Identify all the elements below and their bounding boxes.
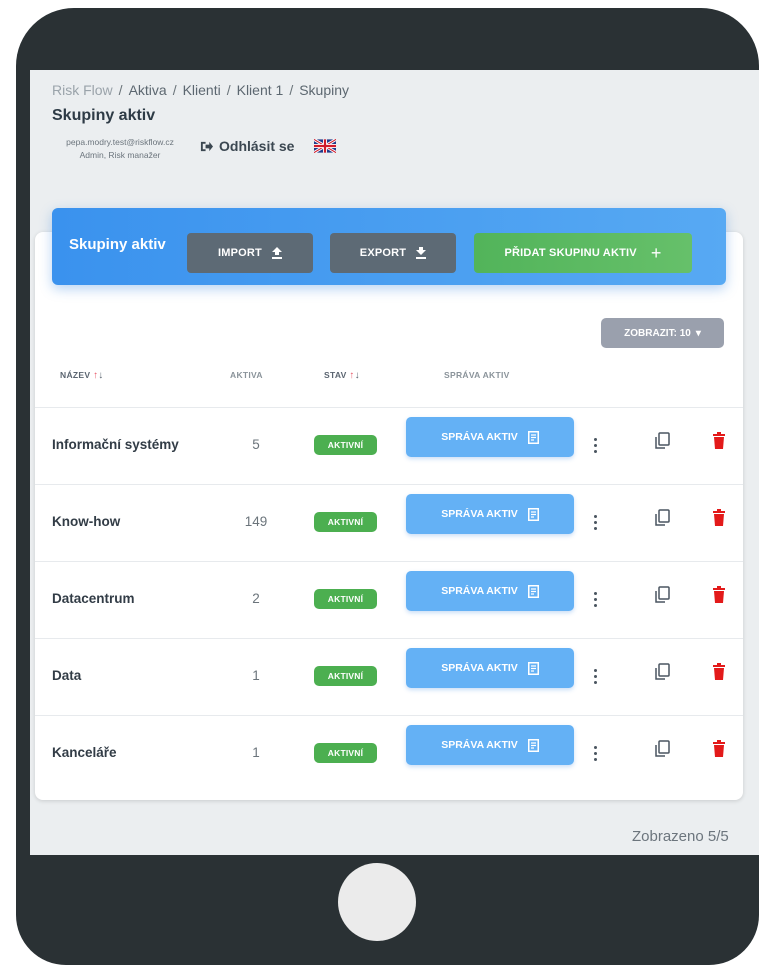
- plus-icon: +: [650, 242, 662, 263]
- status-badge: AKTIVNÍ: [314, 589, 377, 609]
- asset-count: 149: [244, 514, 268, 529]
- more-options-icon[interactable]: [587, 588, 603, 610]
- sign-out-icon: [200, 141, 213, 151]
- copy-icon[interactable]: [654, 432, 670, 450]
- breadcrumb-separator: /: [226, 82, 231, 98]
- column-header-count: AKTIVA: [230, 370, 263, 380]
- user-info: pepa.modry.test@riskflow.cz Admin, Risk …: [52, 136, 188, 162]
- more-options-icon[interactable]: [587, 742, 603, 764]
- manage-assets-button[interactable]: SPRÁVA AKTIV: [406, 648, 574, 688]
- status-badge: AKTIVNÍ: [314, 743, 377, 763]
- export-label: EXPORT: [359, 247, 407, 259]
- status-badge: AKTIVNÍ: [314, 512, 377, 532]
- page-size-dropdown[interactable]: ZOBRAZIT: 10 ▾: [601, 318, 724, 348]
- add-group-button[interactable]: PŘIDAT SKUPINU AKTIV +: [474, 233, 692, 273]
- table-row: Datacentrum 2 AKTIVNÍ SPRÁVA AKTIV: [30, 562, 759, 638]
- sort-desc-icon[interactable]: ↓: [98, 370, 103, 381]
- more-options-icon[interactable]: [587, 434, 603, 456]
- import-button[interactable]: IMPORT: [187, 233, 313, 273]
- manage-assets-button[interactable]: SPRÁVA AKTIV: [406, 571, 574, 611]
- copy-icon[interactable]: [654, 740, 670, 758]
- group-name[interactable]: Know-how: [52, 514, 120, 529]
- trash-icon[interactable]: [713, 432, 725, 449]
- user-email: pepa.modry.test@riskflow.cz: [66, 137, 174, 147]
- breadcrumb-item-klient[interactable]: Klient 1: [237, 82, 284, 98]
- table-row: Know-how 149 AKTIVNÍ SPRÁVA AKTIV: [30, 485, 759, 561]
- table-row: Data 1 AKTIVNÍ SPRÁVA AKTIV: [30, 639, 759, 715]
- logout-button[interactable]: Odhlásit se: [200, 138, 294, 154]
- trash-icon[interactable]: [713, 509, 725, 526]
- breadcrumb: Risk Flow / Aktiva / Klienti / Klient 1 / Skupin…: [52, 82, 349, 98]
- trash-icon[interactable]: [713, 740, 725, 757]
- card-header: Skupiny aktiv IMPORT EXPORT PŘIDAT SKUPI…: [52, 208, 726, 285]
- copy-icon[interactable]: [654, 663, 670, 681]
- trash-icon[interactable]: [713, 586, 725, 603]
- group-name[interactable]: Kanceláře: [52, 745, 117, 760]
- more-options-icon[interactable]: [587, 511, 603, 533]
- trash-icon[interactable]: [713, 663, 725, 680]
- table-row: Informační systémy 5 AKTIVNÍ SPRÁVA AKTI…: [30, 408, 759, 484]
- app-screen: Risk Flow / Aktiva / Klienti / Klient 1 / Skupin…: [30, 70, 759, 855]
- table-row: Kanceláře 1 AKTIVNÍ SPRÁVA AKTIV: [30, 716, 759, 792]
- column-header-manage: SPRÁVA AKTIV: [444, 370, 510, 380]
- home-button[interactable]: [338, 863, 416, 941]
- breadcrumb-item-riskflow[interactable]: Risk Flow: [52, 82, 113, 98]
- user-role: Admin, Risk manažer: [79, 149, 161, 160]
- group-name[interactable]: Datacentrum: [52, 591, 135, 606]
- manage-assets-button[interactable]: SPRÁVA AKTIV: [406, 494, 574, 534]
- sort-desc-icon[interactable]: ↓: [355, 370, 360, 381]
- records-count: Zobrazeno 5/5: [632, 828, 729, 845]
- column-header-status[interactable]: STAV ↑↓: [324, 370, 360, 381]
- breadcrumb-item-klienti[interactable]: Klienti: [183, 82, 221, 98]
- group-name[interactable]: Informační systémy: [52, 437, 179, 452]
- caret-down-icon: ▾: [695, 327, 701, 339]
- import-label: IMPORT: [218, 247, 262, 259]
- upload-icon: [271, 247, 282, 259]
- breadcrumb-separator: /: [118, 82, 123, 98]
- manage-assets-button[interactable]: SPRÁVA AKTIV: [406, 725, 574, 765]
- list-icon: [527, 661, 539, 675]
- status-badge: AKTIVNÍ: [314, 435, 377, 455]
- add-group-label: PŘIDAT SKUPINU AKTIV: [504, 247, 637, 259]
- page-title: Skupiny aktiv: [52, 107, 156, 124]
- asset-count: 1: [252, 668, 260, 683]
- asset-count: 2: [252, 591, 260, 606]
- copy-icon[interactable]: [654, 586, 670, 604]
- card-title: Skupiny aktiv: [69, 236, 166, 253]
- list-icon: [527, 430, 539, 444]
- list-icon: [527, 738, 539, 752]
- status-badge: AKTIVNÍ: [314, 666, 377, 686]
- breadcrumb-item-aktiva[interactable]: Aktiva: [129, 82, 167, 98]
- uk-flag-icon[interactable]: [314, 139, 336, 153]
- breadcrumb-item-skupiny: Skupiny: [299, 82, 350, 98]
- breadcrumb-separator: /: [289, 82, 294, 98]
- group-name[interactable]: Data: [52, 668, 81, 683]
- breadcrumb-separator: /: [172, 82, 177, 98]
- more-options-icon[interactable]: [587, 665, 603, 687]
- asset-count: 5: [252, 437, 260, 452]
- list-icon: [527, 584, 539, 598]
- column-header-name[interactable]: NÁZEV ↑↓: [60, 370, 104, 381]
- manage-assets-button[interactable]: SPRÁVA AKTIV: [406, 417, 574, 457]
- export-button[interactable]: EXPORT: [330, 233, 456, 273]
- logout-label: Odhlásit se: [219, 138, 295, 154]
- asset-count: 1: [252, 745, 260, 760]
- page-size-label: ZOBRAZIT: 10: [624, 327, 691, 339]
- list-icon: [527, 507, 539, 521]
- download-icon: [416, 247, 427, 259]
- copy-icon[interactable]: [654, 509, 670, 527]
